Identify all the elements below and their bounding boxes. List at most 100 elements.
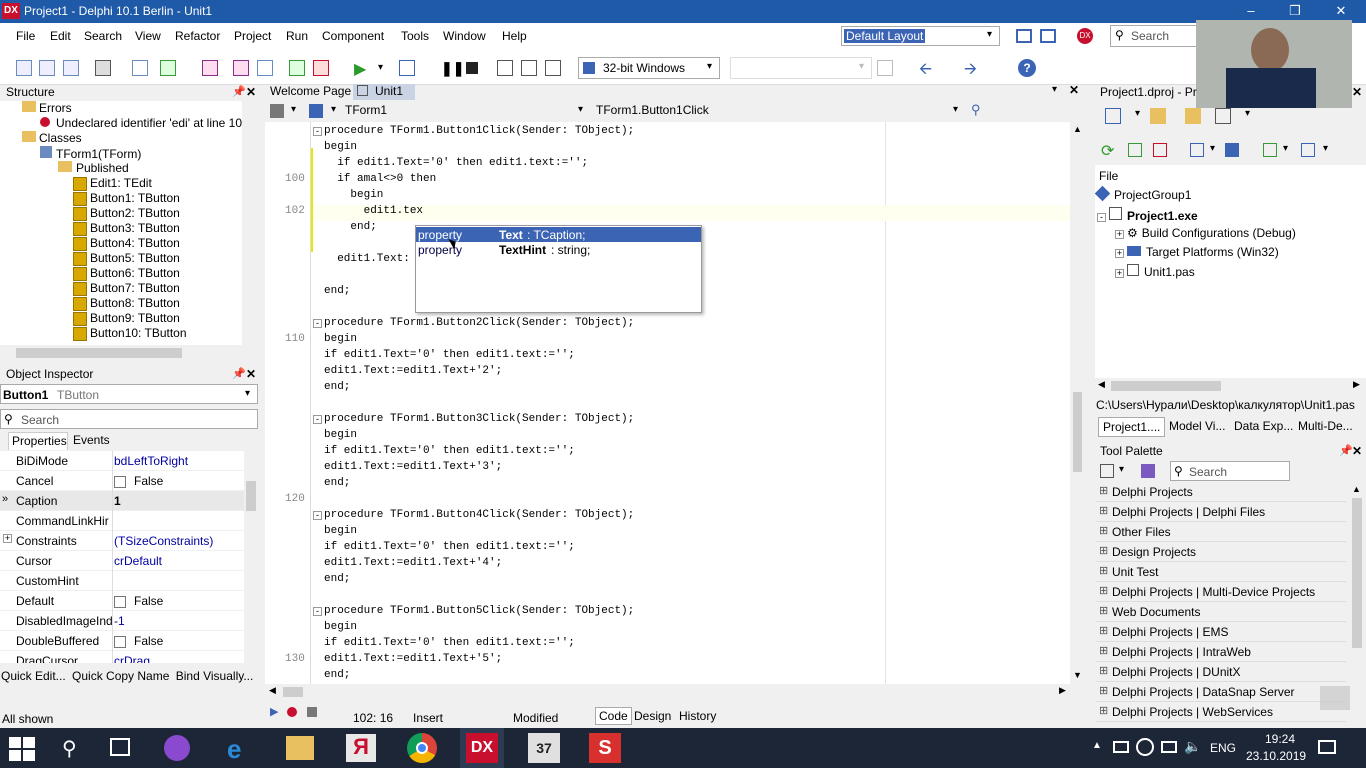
chevron-down-icon[interactable]: ▾ <box>1323 143 1328 154</box>
tab-history[interactable]: History <box>679 709 716 723</box>
property-row[interactable]: Cancel False <box>0 471 244 491</box>
tree-item[interactable]: Button9: TButton <box>73 311 180 326</box>
property-vscrollbar[interactable] <box>244 451 258 663</box>
build-config-icon[interactable] <box>877 60 893 76</box>
save-all-icon[interactable] <box>233 60 249 76</box>
close-icon[interactable]: ✕ <box>1069 83 1079 97</box>
editor-hscrollbar[interactable]: ◀ ▶ <box>265 684 1085 700</box>
tree-item[interactable]: Button1: TButton <box>73 191 180 206</box>
property-row[interactable]: DisabledImageInd -1 <box>0 611 244 631</box>
palette-category[interactable]: ⊞ Delphi Projects <box>1096 482 1346 502</box>
scroll-thumb[interactable] <box>1073 392 1082 472</box>
tab-events[interactable]: Events <box>70 432 112 450</box>
tab-welcome-page[interactable]: Welcome Page <box>270 84 351 98</box>
chevron-down-icon[interactable]: ▾ <box>578 104 583 115</box>
structure-vscrollbar[interactable] <box>242 101 258 345</box>
task-view-icon[interactable] <box>110 738 130 756</box>
property-row[interactable]: DoubleBuffered False <box>0 631 244 651</box>
chevron-down-icon[interactable]: ▾ <box>1119 464 1124 475</box>
chevron-down-icon[interactable]: ▾ <box>291 104 296 115</box>
palette-category[interactable]: ⊞ Delphi Projects | Delphi Files <box>1096 502 1346 522</box>
chevron-down-icon[interactable]: ▾ <box>1283 143 1288 154</box>
ide-search-input[interactable]: ⚲ Search <box>1110 25 1200 47</box>
globe-icon[interactable] <box>1136 738 1154 756</box>
search-icon[interactable]: ⚲ <box>62 736 77 761</box>
tab-unit1[interactable]: Unit1 <box>353 84 415 100</box>
menu-run[interactable]: Run <box>286 29 308 43</box>
palette-search-input[interactable]: ⚲ Search <box>1170 461 1290 481</box>
tree-form[interactable]: TForm1(TForm) <box>40 146 141 161</box>
fold-icon[interactable]: - <box>313 607 322 616</box>
close-icon[interactable]: ✕ <box>246 85 256 99</box>
tree-build-configs[interactable]: + ⚙ Build Configurations (Debug) <box>1115 226 1296 240</box>
remove-from-project-icon[interactable] <box>313 60 329 76</box>
play-macro-icon[interactable]: ▶ <box>270 705 278 718</box>
pin-icon[interactable]: 📌 <box>1339 444 1353 457</box>
edge-icon[interactable]: e <box>227 734 241 765</box>
property-row[interactable]: CommandLinkHir <box>0 511 244 531</box>
palette-category[interactable]: ⊞ Delphi Projects | DUnitX <box>1096 662 1346 682</box>
editor-vscrollbar[interactable]: ▲ ▼ <box>1070 122 1085 684</box>
close-icon[interactable]: ✕ <box>1352 85 1362 99</box>
palette-category[interactable]: ⊞ Delphi Projects | Multi-Device Projects <box>1096 582 1346 602</box>
palette-category[interactable]: ⊞ Other Files <box>1096 522 1346 542</box>
palette-category[interactable]: ⊞ Web Documents <box>1096 602 1346 622</box>
fold-icon[interactable]: - <box>313 415 322 424</box>
input-language[interactable]: ENG <box>1210 741 1236 755</box>
save-icon[interactable] <box>202 60 218 76</box>
menu-component[interactable]: Component <box>322 29 384 43</box>
expand-icon[interactable]: + <box>1115 269 1124 278</box>
categories-icon[interactable] <box>1100 464 1114 478</box>
collapse-all-icon[interactable] <box>1153 143 1167 157</box>
tree-item[interactable]: Button4: TButton <box>73 236 180 251</box>
chevron-down-icon[interactable]: ▾ <box>331 104 336 115</box>
network-adapter-icon[interactable] <box>1113 741 1129 753</box>
collapse-icon[interactable]: - <box>1097 213 1106 222</box>
menu-search[interactable]: Search <box>84 29 122 43</box>
calendar-app-icon[interactable]: 37 <box>528 733 560 763</box>
menu-refactor[interactable]: Refactor <box>175 29 220 43</box>
build-all-icon[interactable] <box>1301 143 1315 157</box>
completion-item[interactable]: property TextHint : string; <box>416 242 701 257</box>
object-selector[interactable]: Button1 TButton ▾ <box>0 384 258 404</box>
build-icon[interactable] <box>1225 143 1239 157</box>
tree-classes[interactable]: Classes <box>22 131 82 145</box>
open-project-folder-icon[interactable] <box>1185 108 1201 124</box>
tree-item[interactable]: Button6: TButton <box>73 266 180 281</box>
inspector-search-input[interactable]: ⚲ Search <box>0 409 258 429</box>
tab-properties[interactable]: Properties <box>8 432 68 450</box>
palette-category[interactable]: ⊞ Delphi Projects | WebServices <box>1096 702 1346 722</box>
tree-unit1[interactable]: + Unit1.pas <box>1115 264 1195 279</box>
pin-icon[interactable]: 📌 <box>232 367 246 380</box>
scroll-thumb[interactable] <box>1111 381 1221 391</box>
tree-item[interactable]: Button2: TButton <box>73 206 180 221</box>
property-row[interactable]: CustomHint <box>0 571 244 591</box>
expand-icon[interactable]: + <box>1115 249 1124 258</box>
tab-project[interactable]: Project1.... <box>1098 417 1166 437</box>
scroll-right-icon[interactable]: ▶ <box>1059 685 1066 696</box>
stop-icon[interactable] <box>466 62 478 74</box>
tab-model-view[interactable]: Model Vi... <box>1169 419 1225 433</box>
notifications-icon[interactable] <box>1318 740 1336 754</box>
sort-icon[interactable] <box>1190 143 1204 157</box>
layout-select[interactable]: Default Layout ▾ <box>841 26 1000 46</box>
new-items-icon[interactable] <box>132 60 148 76</box>
property-row[interactable]: + Constraints (TSizeConstraints) <box>0 531 244 551</box>
scroll-thumb[interactable] <box>246 481 256 511</box>
method-select[interactable]: TForm1.Button1Click <box>596 103 709 117</box>
tab-data-explorer[interactable]: Data Exp... <box>1234 419 1293 433</box>
palette-category[interactable]: ⊞ Design Projects <box>1096 542 1346 562</box>
chevron-down-icon[interactable]: ▾ <box>953 104 958 115</box>
add-to-project-icon[interactable] <box>289 60 305 76</box>
bind-visually-link[interactable]: Bind Visually... <box>176 669 254 683</box>
scroll-left-icon[interactable]: ◀ <box>269 685 276 696</box>
sync-icon[interactable]: ⟳ <box>1101 141 1114 161</box>
tree-project-group[interactable]: ProjectGroup1 <box>1094 185 1191 202</box>
search-icon[interactable]: ⚲ <box>971 102 981 118</box>
project-options-icon[interactable] <box>257 60 273 76</box>
scroll-up-icon[interactable]: ▲ <box>1352 484 1361 494</box>
menu-help[interactable]: Help <box>502 29 527 43</box>
completion-item-selected[interactable]: property Text : TCaption; <box>416 227 701 242</box>
scroll-thumb[interactable] <box>283 687 303 697</box>
property-row-selected[interactable]: » Caption 1 <box>0 491 244 511</box>
